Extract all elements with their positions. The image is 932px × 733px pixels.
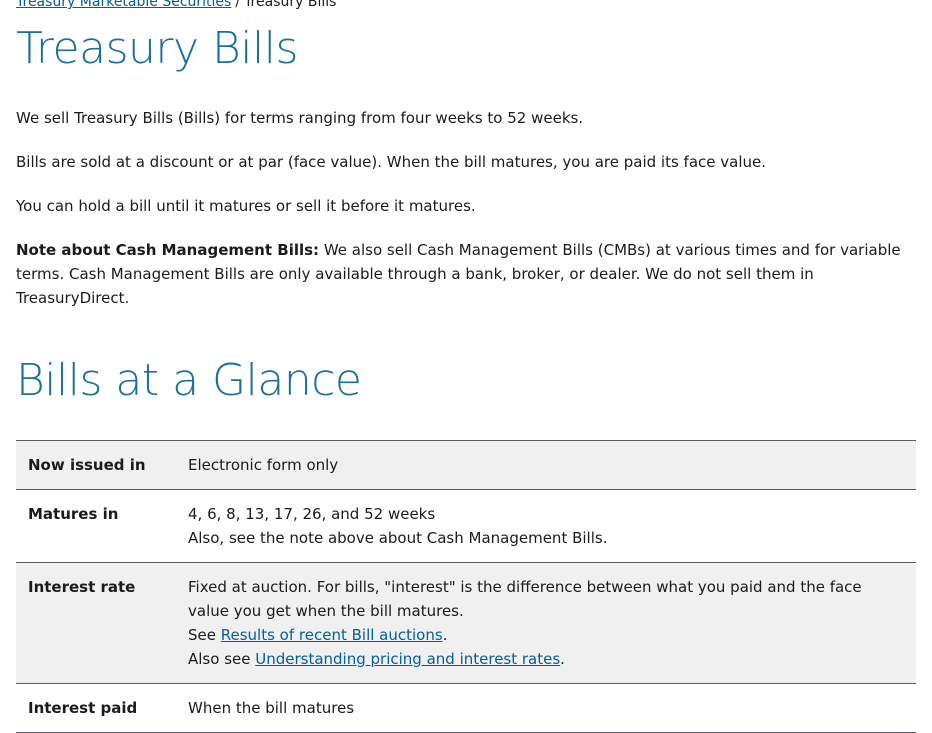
matures-cmb-note: Also, see the note above about Cash Mana…: [188, 529, 608, 547]
row-value-interest-rate: Fixed at auction. For bills, "interest" …: [188, 563, 916, 684]
breadcrumb-current: Treasury Bills: [244, 0, 337, 10]
row-label-interest-rate: Interest rate: [28, 578, 136, 596]
matures-terms: 4, 6, 8, 13, 17, 26, and 52 weeks: [188, 505, 436, 523]
breadcrumb-separator: /: [235, 0, 241, 10]
interest-rate-also-line: Also see Understanding pricing and inter…: [188, 647, 904, 671]
interest-rate-description: Fixed at auction. For bills, "interest" …: [188, 578, 862, 620]
page-title: Treasury Bills: [16, 23, 298, 74]
row-value-issued: Electronic form only: [188, 456, 339, 474]
row-label-matures: Matures in: [28, 505, 119, 523]
table-row-matures: Matures in 4, 6, 8, 13, 17, 26, and 52 w…: [16, 490, 916, 563]
intro-paragraph-discount: Bills are sold at a discount or at par (…: [16, 153, 767, 171]
cmb-note-label: Note about Cash Management Bills:: [16, 241, 320, 259]
intro-paragraph-cmb-note: Note about Cash Management Bills: We als…: [16, 238, 916, 310]
table-row-issued: Now issued in Electronic form only: [16, 440, 916, 490]
row-value-matures: 4, 6, 8, 13, 17, 26, and 52 weeks Also, …: [188, 490, 916, 563]
bills-at-a-glance-table: Now issued in Electronic form only Matur…: [16, 440, 916, 733]
main-content: Treasury Marketable Securities / Treasury …: [16, 0, 916, 733]
section-title-bills-at-a-glance: Bills at a Glance: [16, 355, 362, 406]
table-row-interest-rate: Interest rate Fixed at auction. For bill…: [16, 562, 916, 684]
row-label-issued: Now issued in: [28, 456, 146, 474]
see-suffix: .: [442, 626, 448, 644]
intro-paragraph-terms: We sell Treasury Bills (Bills) for terms…: [16, 109, 584, 127]
row-value-interest-paid: When the bill matures: [188, 699, 355, 717]
breadcrumb-link-marketable-securities[interactable]: Treasury Marketable Securities: [16, 0, 231, 10]
interest-rate-see-line: See Results of recent Bill auctions.: [188, 623, 904, 647]
row-label-interest-paid: Interest paid: [28, 699, 138, 717]
breadcrumb: Treasury Marketable Securities / Treasury …: [16, 0, 916, 12]
intro-text: We sell Treasury Bills (Bills) for terms…: [16, 106, 916, 310]
intro-paragraph-hold: You can hold a bill until it matures or …: [16, 197, 476, 215]
table-row-interest-paid: Interest paid When the bill matures: [16, 684, 916, 733]
link-recent-bill-auctions[interactable]: Results of recent Bill auctions: [221, 626, 443, 644]
also-suffix: .: [560, 650, 565, 668]
see-prefix: See: [188, 626, 221, 644]
also-prefix: Also see: [188, 650, 256, 668]
link-understanding-pricing[interactable]: Understanding pricing and interest rates: [255, 650, 560, 668]
